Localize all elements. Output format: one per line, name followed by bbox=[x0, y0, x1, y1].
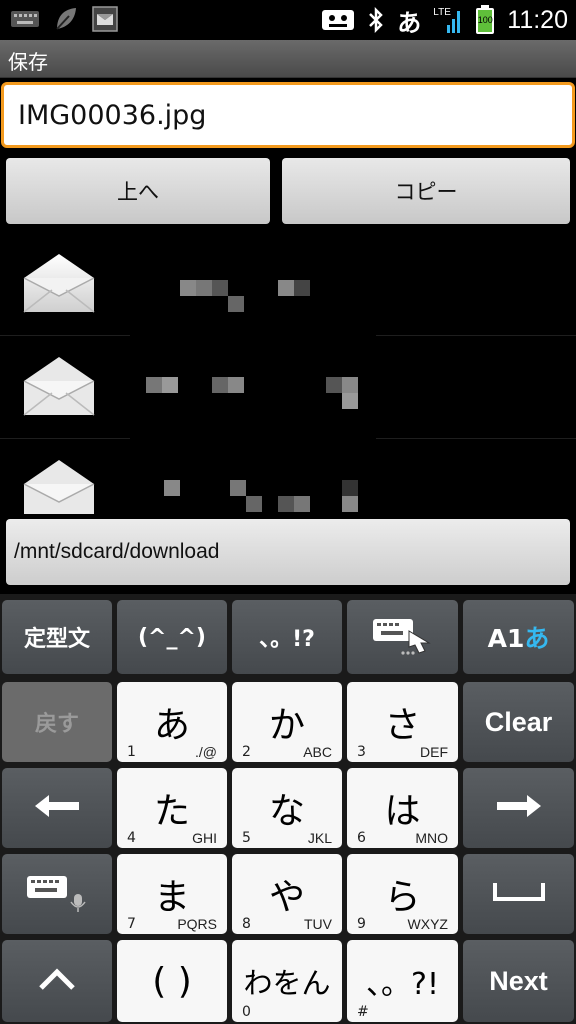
space-icon bbox=[491, 881, 547, 907]
shift-up-key[interactable] bbox=[2, 940, 112, 1022]
keyboard: 定型文 (^_^) 、。!? A1あ 戻す あ 1 ./@ か 2 ABC さ … bbox=[0, 594, 576, 1024]
key-ka[interactable]: か 2 ABC bbox=[232, 682, 342, 762]
key-main-label: あ bbox=[153, 705, 190, 746]
emoticon-key[interactable]: (^_^) bbox=[117, 600, 227, 674]
keyboard-voice-key[interactable] bbox=[2, 854, 112, 934]
lte-signal-icon: LTE bbox=[433, 5, 463, 35]
key-number: 9 bbox=[357, 916, 366, 932]
title-bar: 保存 bbox=[0, 40, 576, 78]
next-key[interactable]: Next bbox=[463, 940, 574, 1022]
clear-key[interactable]: Clear bbox=[463, 682, 574, 762]
current-path-button[interactable]: /mnt/sdcard/download bbox=[6, 519, 570, 585]
list-item[interactable] bbox=[0, 440, 576, 514]
key-ma[interactable]: ま 7 PQRS bbox=[117, 854, 227, 934]
key-number: 3 bbox=[357, 744, 366, 760]
envelope-icon bbox=[22, 353, 96, 423]
key-sub-label: DEF bbox=[420, 744, 448, 760]
arrow-left-icon bbox=[33, 793, 81, 823]
key-ra[interactable]: ら 9 WXYZ bbox=[347, 854, 458, 934]
copy-button[interactable]: コピー bbox=[282, 158, 570, 224]
key-main-label: さ bbox=[384, 705, 421, 746]
bluetooth-icon bbox=[367, 7, 385, 33]
key-ha[interactable]: は 6 MNO bbox=[347, 768, 458, 848]
status-bar: あ LTE 100 11:20 bbox=[0, 0, 576, 40]
key-number: 8 bbox=[242, 916, 251, 932]
network-label: LTE bbox=[433, 7, 451, 18]
cursor-right-key[interactable] bbox=[463, 768, 574, 848]
envelope-icon bbox=[22, 456, 96, 514]
key-main-label: や bbox=[268, 877, 305, 918]
input-mode-label: A1あ bbox=[487, 624, 550, 653]
key-sub-label: MNO bbox=[415, 830, 448, 846]
key-wa[interactable]: わをん 0 bbox=[232, 940, 342, 1022]
fixed-phrase-key[interactable]: 定型文 bbox=[2, 600, 112, 674]
battery-icon: 100 bbox=[475, 5, 495, 35]
list-item[interactable] bbox=[0, 337, 576, 439]
chevron-up-icon bbox=[37, 966, 77, 996]
key-number: 5 bbox=[242, 830, 251, 846]
keyboard-touch-icon bbox=[371, 613, 435, 661]
undo-key[interactable]: 戻す bbox=[2, 682, 112, 762]
file-list[interactable] bbox=[0, 234, 576, 514]
key-sub-label: TUV bbox=[304, 916, 332, 932]
arrow-right-icon bbox=[495, 793, 543, 823]
key-sa[interactable]: さ 3 DEF bbox=[347, 682, 458, 762]
key-sub-label: GHI bbox=[192, 830, 217, 846]
censored-filename bbox=[130, 234, 376, 336]
up-button[interactable]: 上へ bbox=[6, 158, 270, 224]
key-main-label: ( ) bbox=[152, 960, 192, 1002]
envelope-icon bbox=[22, 250, 96, 320]
censored-filename bbox=[130, 337, 376, 439]
key-number: 6 bbox=[357, 830, 366, 846]
key-sub-label: ./@ bbox=[195, 744, 217, 760]
mail-notification-icon bbox=[92, 6, 118, 32]
key-na[interactable]: な 5 JKL bbox=[232, 768, 342, 848]
key-number: 2 bbox=[242, 744, 251, 760]
key-main-label: か bbox=[268, 705, 305, 746]
key-main-label: な bbox=[268, 791, 305, 832]
list-item[interactable] bbox=[0, 234, 576, 336]
filename-field-frame bbox=[1, 82, 575, 148]
clock: 11:20 bbox=[507, 5, 568, 34]
key-main-label: た bbox=[153, 791, 190, 832]
key-number: 7 bbox=[127, 916, 136, 932]
keyboard-mic-icon bbox=[25, 872, 89, 916]
cursor-left-key[interactable] bbox=[2, 768, 112, 848]
key-sub-label: ABC bbox=[303, 744, 332, 760]
key-main-label: は bbox=[384, 791, 421, 832]
key-sub-label: JKL bbox=[307, 830, 332, 846]
punctuation-key[interactable]: 、。!? bbox=[232, 600, 342, 674]
key-number: 0 bbox=[242, 1004, 251, 1020]
key-a[interactable]: あ 1 ./@ bbox=[117, 682, 227, 762]
keyboard-switch-key[interactable] bbox=[347, 600, 458, 674]
key-number: 1 bbox=[127, 744, 136, 760]
censored-filename bbox=[130, 440, 376, 514]
key-main-label: 、。?! bbox=[366, 967, 439, 1002]
keyboard-icon bbox=[10, 9, 40, 29]
key-sub-label: PQRS bbox=[177, 916, 217, 932]
leaf-icon bbox=[54, 6, 78, 32]
page-title: 保存 bbox=[8, 50, 48, 74]
key-number: # bbox=[357, 1004, 369, 1020]
key-main-label: ま bbox=[153, 877, 190, 918]
space-key[interactable] bbox=[463, 854, 574, 934]
cassette-icon bbox=[321, 8, 355, 32]
key-ya[interactable]: や 8 TUV bbox=[232, 854, 342, 934]
input-mode-key[interactable]: A1あ bbox=[463, 600, 574, 674]
battery-level: 100 bbox=[477, 15, 493, 25]
input-mode-indicator: あ bbox=[397, 8, 422, 37]
key-number: 4 bbox=[127, 830, 136, 846]
key-ta[interactable]: た 4 GHI bbox=[117, 768, 227, 848]
key-main-label: ら bbox=[384, 877, 421, 918]
hiragana-mode-glyph: あ bbox=[524, 624, 550, 653]
filename-input[interactable] bbox=[4, 85, 572, 145]
key-paren[interactable]: ( ) bbox=[117, 940, 227, 1022]
key-sub-label: WXYZ bbox=[407, 916, 448, 932]
key-main-label: わをん bbox=[243, 966, 331, 1000]
key-punctuation[interactable]: 、。?! # bbox=[347, 940, 458, 1022]
